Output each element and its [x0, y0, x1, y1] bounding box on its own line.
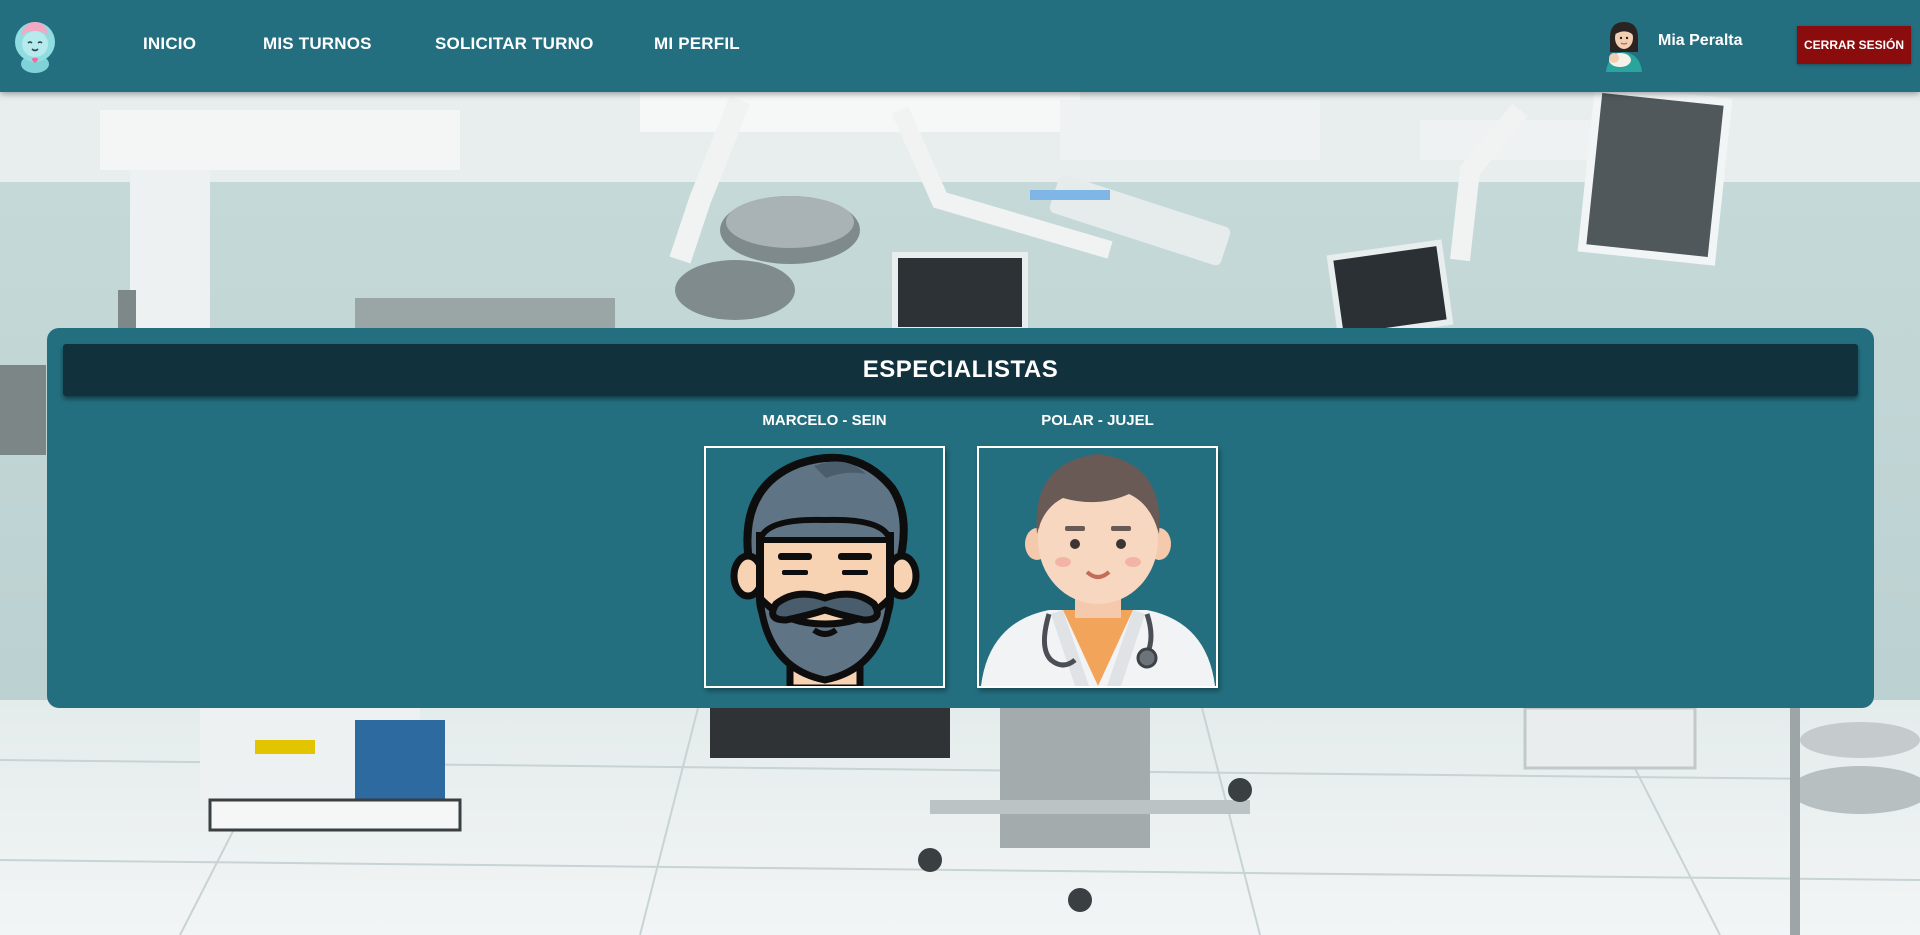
nav-link-mis-turnos[interactable]: MIS TURNOS [263, 34, 372, 54]
specialist-card[interactable]: MARCELO - SEIN [704, 412, 945, 688]
nav-link-mi-perfil[interactable]: MI PERFIL [654, 34, 740, 54]
specialist-name: POLAR - JUJEL [1041, 412, 1154, 429]
woman-with-baby-avatar-icon [1602, 18, 1646, 72]
baby-brain-logo-icon[interactable] [10, 16, 60, 74]
doctor-avatar-icon[interactable] [977, 446, 1218, 688]
bearded-man-avatar-icon[interactable] [704, 446, 945, 688]
specialist-card[interactable]: POLAR - JUJEL [977, 412, 1218, 688]
user-name: Mia Peralta [1658, 32, 1743, 49]
specialists-title: ESPECIALISTAS [862, 356, 1059, 383]
specialists-panel: ESPECIALISTAS MARCELO - SEIN POLAR - JUJ… [47, 328, 1874, 708]
nav-link-inicio[interactable]: INICIO [143, 34, 196, 54]
specialist-name: MARCELO - SEIN [762, 412, 887, 429]
logout-button[interactable]: CERRAR SESIÓN [1797, 26, 1911, 64]
top-navbar: INICIO MIS TURNOS SOLICITAR TURNO MI PER… [0, 0, 1920, 92]
specialists-header: ESPECIALISTAS [63, 344, 1858, 396]
nav-link-solicitar-turno[interactable]: SOLICITAR TURNO [435, 34, 594, 54]
